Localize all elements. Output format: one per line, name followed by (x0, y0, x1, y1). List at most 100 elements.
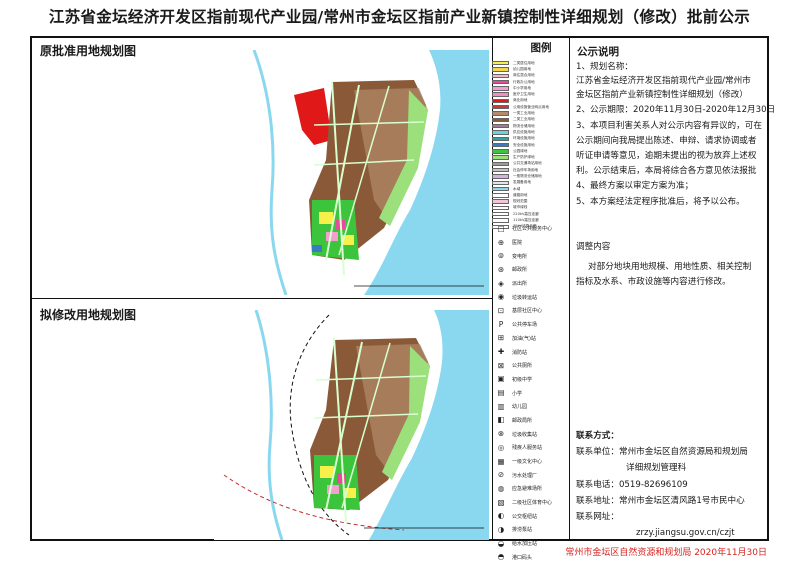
facility-icon: ◐ (497, 511, 505, 521)
facility-legend-item: ◑ 排涝泵站 (492, 523, 588, 537)
facility-legend-item: ◐ 公交枢纽站 (492, 509, 588, 523)
facility-label: 二级社区体育中心 (512, 500, 553, 507)
facility-icon: ▤ (497, 388, 505, 398)
legend-swatch (492, 98, 509, 104)
legend-label: 物流仓储用地 (513, 123, 535, 128)
facility-label: 应急避难场所 (512, 486, 543, 493)
facility-icon: ▦ (497, 456, 505, 466)
facility-label: 公共停车场 (512, 322, 538, 329)
legend-label: 公园绿地 (513, 148, 528, 153)
legend-label: 中小学用地 (513, 85, 531, 90)
facility-icon: ◍ (497, 483, 505, 493)
facility-icon: ⊘ (497, 470, 505, 480)
facility-label: 港口码头 (512, 554, 533, 561)
facility-icon: P (498, 319, 504, 329)
legend-swatch (492, 149, 509, 154)
facility-legend-item: P 公共停车场 (492, 318, 588, 332)
legend-label: 环境设施用地 (513, 136, 535, 141)
legend-label: 220kV高压走廊 (513, 211, 539, 216)
facility-label: 残疾人服务站 (512, 445, 543, 452)
facility-icon: ⊚ (497, 251, 505, 261)
notice-heading: 公示说明 (577, 46, 619, 58)
facility-icon: ◉ (497, 292, 505, 302)
legend-swatch (492, 60, 509, 66)
legend-label: 商业用地 (513, 98, 528, 103)
legend-label: 一类工业用地 (513, 111, 535, 116)
facility-icon: ▣ (497, 374, 505, 384)
facility-label: 初级中学 (512, 376, 533, 383)
legend-swatch (492, 193, 509, 198)
adjust-heading: 调整内容 (576, 242, 611, 252)
facility-icon: ⊗ (497, 429, 505, 439)
facility-label: 公交枢纽站 (512, 513, 538, 520)
original-landuse-map (214, 50, 489, 295)
facility-legend-item: ◉ 垃圾转运站 (492, 290, 588, 304)
legend-swatch (492, 212, 509, 217)
legend-swatch (492, 67, 509, 72)
facility-legend-item: ◧ 邮政局所 (492, 414, 588, 428)
legend-swatch (492, 111, 509, 116)
legend-swatch (492, 142, 509, 148)
legend-landuse: 二类居住用地 幼儿园用地 商住混合用地 行政办公用地 中小学用地 医疗卫生用地 商业用地 公用… (492, 60, 588, 230)
legend-swatch (492, 123, 509, 129)
facility-label: 排涝泵站 (512, 527, 533, 534)
legend-swatch (492, 174, 509, 179)
facility-icon: ◒ (497, 538, 505, 548)
facility-label: 给水加压站 (512, 541, 538, 548)
notice-line: 5、本方案经法定程序批准后，将予以公布。 (576, 197, 745, 207)
notice-line: 2、公示期限：2020年11月30日-2020年12月30日 (576, 105, 776, 115)
facility-label: 派出所 (512, 281, 528, 288)
legend-swatch (492, 117, 509, 123)
facility-icon: ⊡ (497, 305, 505, 315)
facility-icon: □ (497, 223, 505, 233)
facility-label: 垃圾转运站 (512, 294, 538, 301)
facility-legend-item: ⊠ 公共厕所 (492, 359, 588, 373)
facility-icon: ◓ (497, 552, 505, 562)
facility-legend-item: ⊘ 污水处理厂 (492, 468, 588, 482)
revised-plan-title: 拟修改用地规划图 (40, 308, 137, 322)
facility-icon: ⊕ (497, 237, 505, 247)
legend-swatch (492, 73, 509, 78)
facility-legend-item: ✚ 消防站 (492, 345, 588, 359)
legend-label: 供应设施用地 (513, 129, 535, 134)
website-link[interactable]: zrzy.jiangsu.gov.cn/czjt (636, 526, 735, 541)
legend-label: 公共交通场站用地 (513, 161, 542, 166)
legend-swatch (492, 130, 509, 135)
legend-swatch (492, 186, 509, 192)
legend-swatch (492, 136, 509, 141)
facility-legend-item: ◈ 派出所 (492, 277, 588, 291)
facility-icon: ⊛ (497, 264, 505, 274)
legend-title: 图例 (530, 42, 552, 54)
legend-label: 道路用地 (513, 192, 528, 197)
facility-label: 邮政所 (512, 267, 528, 274)
notice-line: 1、规划名称： (576, 62, 634, 72)
legend-label: 商住混合用地 (513, 73, 535, 78)
legend-label: 规划范围 (513, 199, 528, 204)
divider-panels (32, 298, 492, 299)
facility-icon: ◈ (498, 278, 504, 288)
revised-landuse-map (214, 310, 489, 540)
facility-icon: ⊞ (497, 333, 505, 343)
adjust-line: 对部分地块用地规模、用地性质、相关控制 (588, 262, 752, 272)
legend-swatch (492, 161, 509, 167)
legend-label: 发展备用地 (513, 180, 531, 185)
facility-legend-item: ▣ 初级中学 (492, 373, 588, 387)
legend-label: 二类工业用地 (513, 117, 535, 122)
facility-legend-item: ⊚ 变电所 (492, 249, 588, 263)
revised-map-drawing (214, 310, 489, 540)
legend-swatch (492, 86, 509, 91)
facility-label: 邮政局所 (512, 417, 533, 424)
notice-line: 金坛区指前产业新镇控制性详细规划（修改） (576, 90, 748, 100)
legend-label: 水域 (513, 186, 521, 191)
legend-label: 生产防护绿地 (513, 155, 535, 160)
facility-label: 医院 (512, 240, 523, 247)
facility-legend-item: ◎ 残疾人服务站 (492, 441, 588, 455)
contact-line: 联系网址： (576, 512, 619, 522)
contact-line: 联系地址：常州市金坛区清风路1号市民中心 (576, 496, 745, 506)
legend-swatch (492, 199, 509, 204)
legend-label: 一般物流仓储用地 (513, 173, 542, 178)
facility-legend-item: ▤ 小学 (492, 386, 588, 400)
facility-label: 公共厕所 (512, 363, 533, 370)
legend-swatch (492, 92, 509, 97)
facility-label: 消防站 (512, 349, 528, 356)
